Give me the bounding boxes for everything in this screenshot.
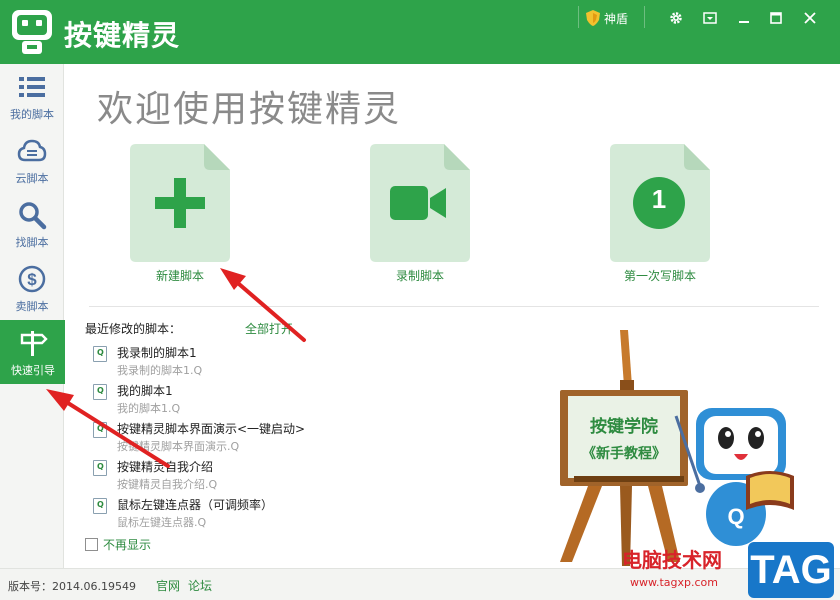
no-show-checkbox[interactable]: [85, 538, 98, 551]
script-name[interactable]: 鼠标左键连点器（可调频率）: [117, 496, 273, 513]
sidebar-item-find-scripts[interactable]: 找脚本: [0, 192, 64, 256]
list-item[interactable]: 按键精灵自我介绍 按键精灵自我介绍.Q: [93, 458, 353, 494]
new-script-card[interactable]: [130, 144, 230, 262]
watermark-text: 电脑技术网: [622, 548, 722, 572]
sidebar-item-label: 找脚本: [15, 236, 49, 249]
minimize-button[interactable]: [730, 6, 758, 30]
script-filename: 我录制的脚本1.Q: [117, 364, 203, 377]
open-all-link[interactable]: 全部打开: [245, 320, 293, 337]
shield-label: 神盾: [604, 11, 629, 26]
title-separator: [644, 6, 645, 28]
script-filename: 鼠标左键连点器.Q: [117, 516, 207, 529]
academy-easel-illustration[interactable]: 按键学院 《新手教程》 Q: [548, 326, 798, 570]
list-icon: [19, 77, 45, 97]
script-file-icon: [93, 460, 107, 476]
no-show-label: 不再显示: [103, 538, 152, 552]
watermark-url: www.tagxp.com: [630, 576, 718, 589]
svg-text:Q: Q: [727, 504, 744, 529]
video-camera-icon: [390, 186, 446, 220]
script-file-icon: [93, 498, 107, 514]
sidebar-item-quick-guide[interactable]: 快速引导: [0, 320, 73, 384]
maximize-icon: [770, 12, 782, 24]
sidebar: 我的脚本 云脚本 找脚本 $ 卖脚本 快速引导: [0, 64, 73, 568]
website-link[interactable]: 官网: [156, 577, 180, 594]
sidebar-item-my-scripts[interactable]: 我的脚本: [0, 64, 64, 128]
forum-link[interactable]: 论坛: [188, 577, 212, 594]
shield-icon: [586, 10, 600, 26]
dropdown-menu-icon: [703, 12, 717, 24]
academy-line2: 《新手教程》: [582, 445, 666, 462]
script-name[interactable]: 按键精灵自我介绍: [117, 458, 213, 475]
number-one-text: 1: [651, 184, 667, 214]
gear-icon: [670, 12, 682, 24]
dollar-icon: $: [18, 265, 46, 293]
maximize-button[interactable]: [762, 6, 790, 30]
watermark: 电脑技术网 www.tagxp.com TAG: [612, 540, 840, 600]
svg-text:$: $: [27, 270, 37, 289]
no-show-option[interactable]: 不再显示: [85, 536, 151, 553]
divider: [89, 306, 819, 307]
signpost-icon: [20, 331, 48, 356]
script-filename: 我的脚本1.Q: [117, 402, 181, 415]
list-item[interactable]: 鼠标左键连点器（可调频率） 鼠标左键连点器.Q: [93, 496, 353, 532]
title-bar: 按键精灵 神盾: [0, 0, 840, 64]
academy-line1: 按键学院: [590, 416, 658, 437]
shield-button[interactable]: 神盾: [586, 8, 628, 28]
version-text: 版本号：2014.06.19549: [8, 580, 136, 593]
script-filename: 按键精灵脚本界面演示.Q: [117, 440, 240, 453]
script-file-icon: [93, 346, 107, 362]
script-name[interactable]: 我的脚本1: [117, 382, 173, 399]
script-name[interactable]: 我录制的脚本1: [117, 344, 197, 361]
script-file-icon: [93, 422, 107, 438]
sidebar-item-cloud-scripts[interactable]: 云脚本: [0, 128, 64, 192]
cloud-icon: [17, 139, 47, 162]
close-button[interactable]: [796, 6, 824, 30]
recent-scripts-title: 最近修改的脚本：: [85, 322, 182, 336]
record-script-card[interactable]: [370, 144, 470, 262]
script-file-icon: [93, 384, 107, 400]
settings-button[interactable]: [662, 6, 690, 30]
title-separator: [578, 6, 579, 28]
plus-icon: [155, 178, 205, 228]
close-icon: [804, 12, 816, 24]
search-icon: [19, 202, 47, 230]
sidebar-item-label: 云脚本: [15, 172, 49, 185]
list-item[interactable]: 按键精灵脚本界面演示<一键启动> 按键精灵脚本界面演示.Q: [93, 420, 353, 456]
first-script-label[interactable]: 第一次写脚本: [590, 267, 730, 284]
script-filename: 按键精灵自我介绍.Q: [117, 478, 218, 491]
list-item[interactable]: 我录制的脚本1 我录制的脚本1.Q: [93, 344, 353, 380]
sidebar-item-label: 卖脚本: [15, 300, 49, 313]
watermark-tag: TAG: [748, 542, 834, 598]
record-script-label[interactable]: 录制脚本: [350, 267, 490, 284]
app-title: 按键精灵: [64, 19, 181, 52]
script-name[interactable]: 按键精灵脚本界面演示<一键启动>: [117, 420, 305, 437]
minimize-icon: [739, 21, 749, 23]
sidebar-item-label: 我的脚本: [10, 108, 54, 121]
first-script-card[interactable]: 1: [610, 144, 710, 262]
sidebar-item-label: 快速引导: [11, 364, 55, 377]
robot-logo-icon: [12, 10, 52, 54]
new-script-label[interactable]: 新建脚本: [110, 267, 250, 284]
list-item[interactable]: 我的脚本1 我的脚本1.Q: [93, 382, 353, 418]
sidebar-item-sell-scripts[interactable]: $ 卖脚本: [0, 256, 64, 320]
menu-button[interactable]: [696, 6, 724, 30]
welcome-title: 欢迎使用按键精灵: [97, 89, 402, 130]
